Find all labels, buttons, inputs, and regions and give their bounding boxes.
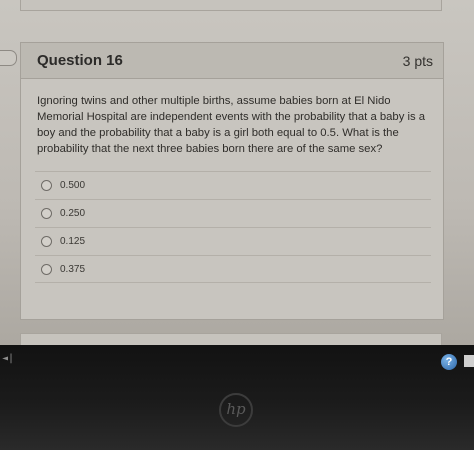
previous-question-card — [20, 0, 442, 11]
taskbar-icon: ◄| — [2, 353, 15, 364]
question-title: Question 16 — [37, 52, 123, 69]
bookmark-flag-icon[interactable] — [0, 50, 17, 66]
next-question-card — [20, 333, 442, 345]
answer-option-1[interactable]: 0.500 — [35, 171, 431, 199]
radio-button[interactable] — [41, 236, 52, 247]
answer-list: 0.500 0.250 0.125 0.375 — [35, 171, 431, 283]
hp-logo-icon: hp — [219, 393, 253, 427]
answer-label: 0.125 — [60, 236, 86, 247]
help-icon[interactable]: ? — [441, 354, 457, 370]
question-header: Question 16 3 pts — [21, 43, 443, 79]
question-card: Question 16 3 pts Ignoring twins and oth… — [20, 42, 444, 320]
question-text: Ignoring twins and other multiple births… — [37, 95, 426, 155]
radio-button[interactable] — [41, 263, 52, 275]
question-points: 3 pts — [402, 52, 433, 69]
answer-option-2[interactable]: 0.250 — [35, 199, 431, 227]
answer-option-3[interactable]: 0.125 — [35, 227, 431, 255]
answer-option-4[interactable]: 0.375 — [35, 255, 431, 283]
answer-label: 0.375 — [60, 263, 86, 275]
radio-button[interactable] — [41, 180, 52, 191]
answer-label: 0.250 — [60, 208, 86, 219]
answer-label: 0.500 — [60, 180, 86, 191]
radio-button[interactable] — [41, 208, 52, 219]
browser-viewport: Question 16 3 pts Ignoring twins and oth… — [0, 0, 474, 345]
taskbar-edge-icon — [464, 355, 474, 367]
